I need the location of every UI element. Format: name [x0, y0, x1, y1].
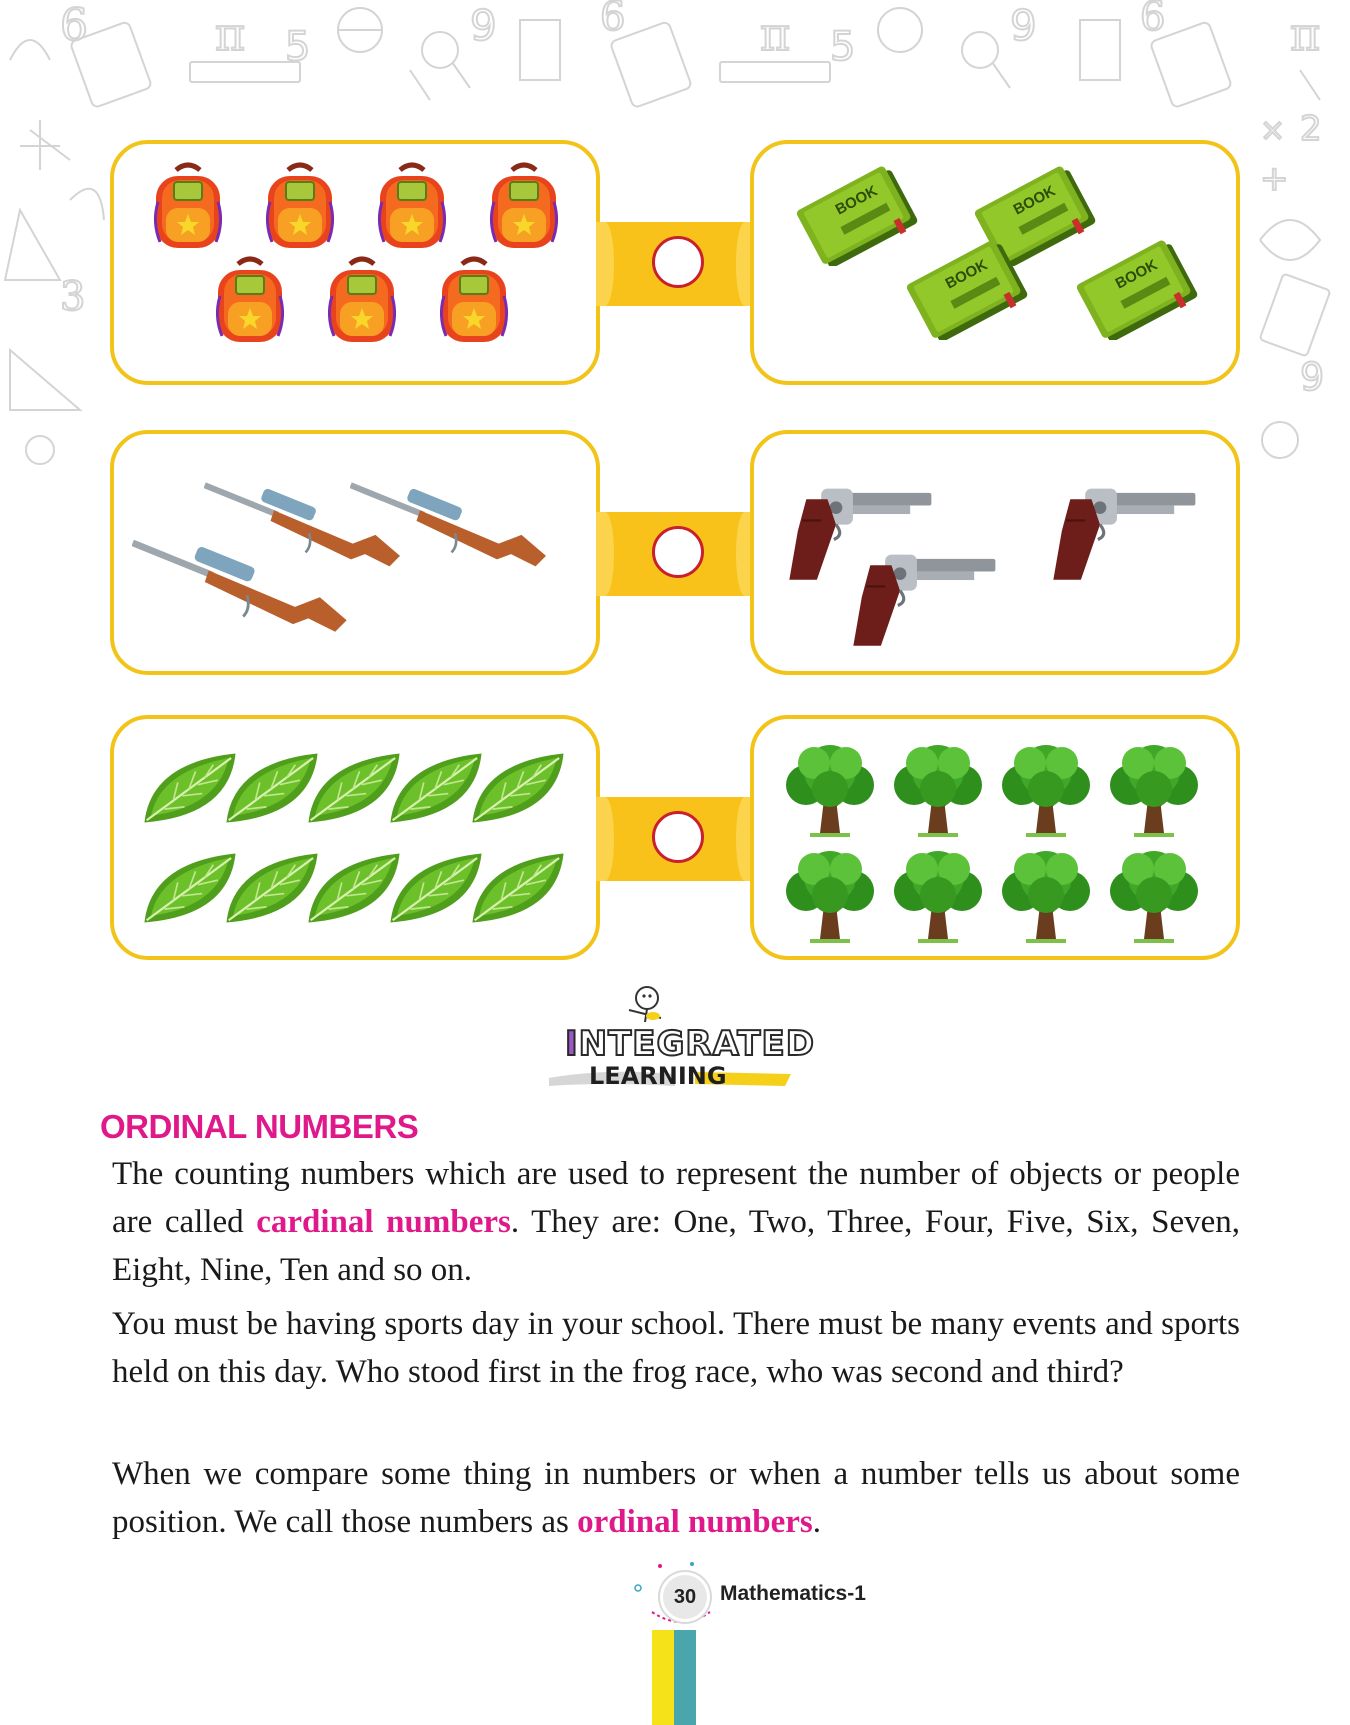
backpack-icon — [379, 165, 444, 248]
leaf-icon — [225, 852, 319, 924]
tree-icon — [894, 745, 982, 835]
tree-icon — [1110, 851, 1198, 941]
backpack-group — [114, 144, 604, 389]
paragraph-sports-day: You must be having sports day in your sc… — [112, 1306, 1240, 1390]
backpack-icon — [441, 259, 506, 342]
page-number: 30 — [660, 1572, 710, 1622]
comparison-row-3 — [110, 715, 1240, 960]
leaf-group — [143, 752, 565, 924]
group-panel-leaves — [110, 715, 600, 960]
doodle-background-left: 3 — [3, 120, 105, 465]
tree-icon — [786, 851, 874, 941]
svg-text:5: 5 — [830, 24, 855, 70]
tree-group — [754, 719, 1244, 964]
mascot-icon — [628, 986, 662, 1023]
svg-text:2: 2 — [1300, 110, 1322, 149]
logo-line-1: INTEGRATED — [564, 1023, 815, 1065]
answer-circle-row-3[interactable] — [652, 811, 704, 863]
leaf-icon — [471, 852, 565, 924]
svg-text:π: π — [760, 7, 790, 61]
leaf-icon — [143, 852, 237, 924]
section-title: ORDINAL NUMBERS — [100, 1108, 419, 1145]
backpack-icon — [491, 165, 556, 248]
backpack-icon — [217, 259, 282, 342]
svg-text:5: 5 — [285, 24, 310, 70]
answer-circle-row-2[interactable] — [652, 526, 704, 578]
logo-initial: I — [564, 1023, 579, 1065]
footer-strip-yellow — [652, 1630, 674, 1725]
book-icon — [795, 166, 920, 266]
footer-strip-teal — [674, 1630, 696, 1725]
book-group — [795, 166, 1200, 340]
integrated-learning-logo: INTEGRATED LEARNING — [535, 980, 815, 1090]
leaf-icon — [143, 752, 237, 824]
revolver-icon — [851, 552, 997, 648]
answer-circle-row-1[interactable] — [652, 236, 704, 288]
rifle-group — [132, 481, 548, 634]
paragraph-cardinal: The counting numbers which are used to r… — [112, 1150, 1240, 1294]
leaf-icon — [307, 752, 401, 824]
svg-text:π: π — [215, 7, 245, 61]
paragraph-text: . — [812, 1504, 821, 1540]
comparison-row-1: BOOK BOOK BOOK BOOK — [110, 140, 1240, 385]
paragraph-ordinal: When we compare some thing in numbers or… — [112, 1450, 1240, 1546]
tree-icon — [1002, 851, 1090, 941]
tree-icon — [894, 851, 982, 941]
backpack-icon — [155, 165, 220, 248]
tree-icon — [1110, 745, 1198, 835]
book-icon — [1075, 240, 1200, 340]
group-panel-books: BOOK BOOK BOOK BOOK — [750, 140, 1240, 385]
tree-icon — [1002, 745, 1090, 835]
leaf-icon — [225, 752, 319, 824]
group-panel-backpacks — [110, 140, 600, 385]
logo-line-1-rest: NTEGRATED — [578, 1023, 815, 1065]
svg-text:6: 6 — [1140, 0, 1165, 40]
revolver-group — [787, 487, 1197, 648]
leaf-icon — [389, 752, 483, 824]
svg-text:9: 9 — [1300, 355, 1324, 399]
book-title: Mathematics-1 — [720, 1582, 866, 1605]
page-footer: 30 Mathematics-1 — [630, 1560, 930, 1725]
svg-text:×: × — [1260, 113, 1285, 148]
svg-text:3: 3 — [60, 274, 85, 320]
doodle-background-top: 6 π 5 9 6 π 5 9 6 π — [9, 0, 1321, 108]
svg-text:9: 9 — [470, 1, 497, 50]
group-panel-revolvers — [750, 430, 1240, 675]
comparison-row-2 — [110, 430, 1240, 675]
svg-text:6: 6 — [60, 0, 88, 51]
leaf-icon — [307, 852, 401, 924]
svg-text:6: 6 — [600, 0, 625, 40]
svg-text:9: 9 — [1010, 1, 1037, 50]
group-panel-rifles — [110, 430, 600, 675]
backpack-icon — [329, 259, 394, 342]
logo-line-2: LEARNING — [589, 1062, 727, 1090]
leaf-icon — [471, 752, 565, 824]
rifle-icon — [132, 538, 349, 634]
group-panel-trees — [750, 715, 1240, 960]
tree-icon — [786, 745, 874, 835]
highlight-term-cardinal: cardinal numbers — [256, 1204, 511, 1240]
leaf-icon — [389, 852, 483, 924]
highlight-term-ordinal: ordinal numbers — [577, 1504, 813, 1540]
svg-text:+: + — [1260, 159, 1289, 199]
backpack-icon — [267, 165, 332, 248]
doodle-background-right: × 2 + 9 — [1259, 110, 1331, 459]
revolver-icon — [1051, 487, 1197, 582]
svg-text:π: π — [1290, 7, 1320, 61]
